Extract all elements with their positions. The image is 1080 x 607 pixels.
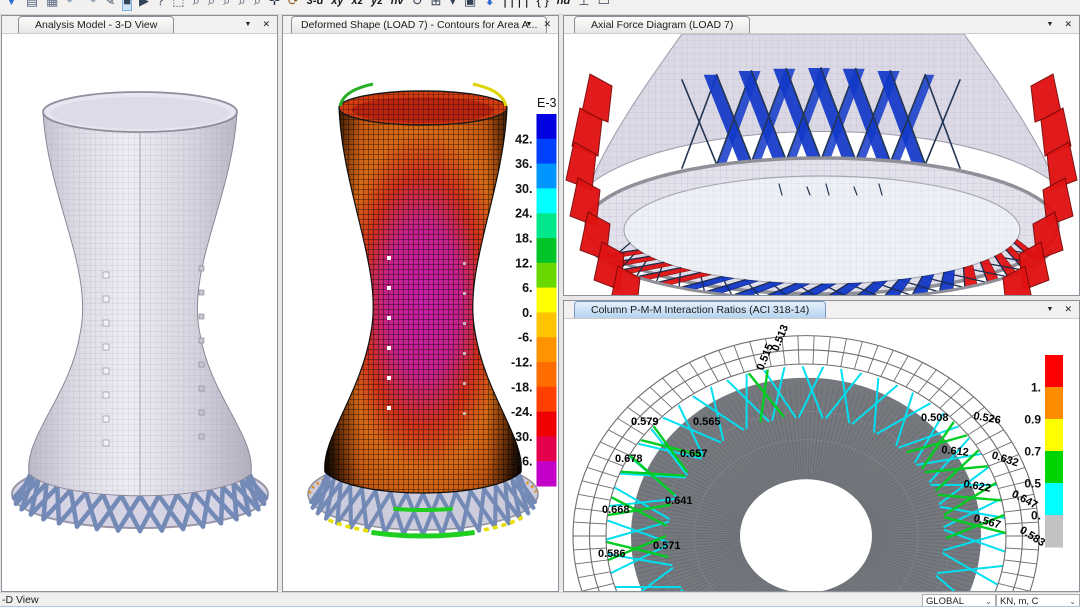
- dropdown-icon[interactable]: ▾: [449, 0, 456, 10]
- tab-pmm-ratios[interactable]: Column P-M-M Interaction Ratios (ACI 318…: [574, 301, 826, 318]
- svg-text:24.: 24.: [515, 207, 532, 221]
- svg-text:-6.: -6.: [518, 331, 533, 345]
- ratio-label: 0.586: [598, 548, 626, 560]
- frame-sections-icon[interactable]: ꞁ ꞁ ꞁ ꞁ: [503, 0, 528, 10]
- zoom-full-icon[interactable]: ⌕: [208, 0, 215, 10]
- pane-close-icon[interactable]: ✕: [1064, 304, 1072, 315]
- support-icon[interactable]: ⊥: [578, 0, 589, 10]
- pane-menu-icon[interactable]: ▼: [1047, 306, 1054, 313]
- view-xz-button[interactable]: xz: [352, 0, 364, 10]
- chevron-down-icon: ⌄: [985, 597, 992, 606]
- svg-text:0.5: 0.5: [1024, 476, 1041, 490]
- status-message: -D View: [2, 594, 39, 606]
- chevron-down-icon: ⌄: [1069, 597, 1076, 606]
- zoom-out-icon[interactable]: ⌕: [254, 0, 261, 10]
- tab-axial-force-label: Axial Force Diagram (LOAD 7): [591, 19, 733, 31]
- svg-text:0.: 0.: [1031, 508, 1041, 522]
- zoom-in-icon[interactable]: ⌕: [238, 0, 245, 10]
- pane-analysis-model: Analysis Model - 3-D View ▼ ✕: [1, 15, 278, 592]
- view-xy-button[interactable]: xy: [331, 0, 343, 10]
- viewport-analysis-model[interactable]: [2, 34, 277, 591]
- assign-icon[interactable]: ⬇: [484, 0, 495, 10]
- ratio-label: 0.508: [921, 412, 949, 424]
- svg-text:-12.: -12.: [511, 356, 533, 370]
- ratio-label: 0.571: [653, 540, 681, 552]
- pane-pmm-header: Column P-M-M Interaction Ratios (ACI 318…: [564, 301, 1079, 319]
- viewport-axial-force[interactable]: [564, 34, 1079, 295]
- pane-axial-header: Axial Force Diagram (LOAD 7) ▼ ✕: [564, 16, 1079, 34]
- zoom-rect-icon[interactable]: ⌕: [193, 0, 200, 10]
- rotate-view-icon[interactable]: ↻: [412, 0, 423, 10]
- svg-text:-24.: -24.: [511, 405, 533, 419]
- svg-text:36.: 36.: [515, 157, 532, 171]
- ratio-label: 0.641: [665, 495, 693, 507]
- view-3d-button[interactable]: 3-d: [307, 0, 324, 10]
- tab-axial-force[interactable]: Axial Force Diagram (LOAD 7): [574, 16, 750, 33]
- app-window: ▼ ▤ ▦ ↶ ↷ ✎ ■ ▶? ⬚ ⌕ ⌕ ⌕ ⌕ ⌕ ✛ ⟳ 3-d xyxzyznv ↻ ⊞ ▾ ▣ ⬇ ꞁ ꞁ ꞁ ꞁ…: [0, 0, 1080, 607]
- ratio-label: 0.668: [602, 504, 630, 516]
- ratio-label: 0.565: [693, 416, 721, 428]
- tab-analysis-model[interactable]: Analysis Model - 3-D View: [18, 16, 174, 33]
- svg-text:6.: 6.: [522, 281, 532, 295]
- pane-close-icon[interactable]: ✕: [543, 19, 551, 30]
- tab-pmm-ratios-label: Column P-M-M Interaction Ratios (ACI 318…: [591, 304, 809, 316]
- image-icon[interactable]: ▭: [598, 0, 610, 10]
- svg-text:0.9: 0.9: [1024, 412, 1041, 426]
- ratio-label: 0.579: [631, 416, 659, 428]
- svg-text:42.: 42.: [515, 132, 532, 146]
- pane-deformed-header: Deformed Shape (LOAD 7) - Contours for A…: [283, 16, 558, 34]
- help-icon[interactable]: ?: [157, 0, 164, 10]
- pen-icon[interactable]: ✎: [104, 0, 115, 10]
- pane-close-icon[interactable]: ✕: [262, 19, 270, 30]
- pane-deformed-shape: Deformed Shape (LOAD 7) - Contours for A…: [282, 15, 559, 592]
- tab-deformed-shape-label: Deformed Shape (LOAD 7) - Contours for A…: [301, 19, 537, 31]
- viewport-deformed-shape[interactable]: 42. 36. 30. 24. 18. 12. 6. 0. -6. -12. -18. -24. -30…: [283, 34, 558, 591]
- svg-text:-36.: -36.: [511, 455, 533, 469]
- svg-text:18.: 18.: [515, 232, 532, 246]
- redo-icon[interactable]: ↷: [85, 0, 96, 10]
- select-object-icon[interactable]: ■: [123, 0, 131, 10]
- pane-pmm-ratios: Column P-M-M Interaction Ratios (ACI 318…: [563, 300, 1080, 592]
- status-bar: -D View GLOBAL ⌄ KN, m, C ⌄: [0, 592, 1080, 607]
- export-tables-icon[interactable]: ▦: [46, 0, 58, 10]
- pane-analysis-header: Analysis Model - 3-D View ▼ ✕: [2, 16, 277, 34]
- tab-analysis-model-label: Analysis Model - 3-D View: [35, 19, 157, 31]
- svg-text:0.7: 0.7: [1024, 444, 1041, 458]
- braces-icon[interactable]: { }: [536, 0, 548, 10]
- refresh-view-icon[interactable]: ⟳: [288, 0, 299, 10]
- nd-button[interactable]: nd: [557, 0, 570, 10]
- coord-system-value: GLOBAL: [926, 596, 964, 607]
- snapshot-icon[interactable]: ⬚: [172, 0, 184, 10]
- contour-legend: 42. 36. 30. 24. 18. 12. 6. 0. -6. -12. -18. -24. -30…: [511, 96, 557, 487]
- save-icon[interactable]: ▤: [26, 0, 38, 10]
- pane-close-icon[interactable]: ✕: [1064, 19, 1072, 30]
- svg-text:E-3: E-3: [537, 96, 557, 110]
- svg-text:12.: 12.: [515, 256, 532, 270]
- run-analysis-icon[interactable]: ▶: [139, 0, 149, 10]
- pan-icon[interactable]: ✛: [269, 0, 280, 10]
- viewport-pmm-ratios[interactable]: 0.5150.5130.5790.5650.6780.6570.6680.641…: [564, 319, 1079, 591]
- svg-text:0.: 0.: [522, 306, 532, 320]
- shrink-objects-icon[interactable]: ▣: [464, 0, 476, 10]
- undo-icon[interactable]: ↶: [66, 0, 77, 10]
- main-toolbar: ▼ ▤ ▦ ↶ ↷ ✎ ■ ▶? ⬚ ⌕ ⌕ ⌕ ⌕ ⌕ ✛ ⟳ 3-d xyxzyznv ↻ ⊞ ▾ ▣ ⬇ ꞁ ꞁ ꞁ ꞁ…: [0, 0, 1080, 15]
- pane-menu-icon[interactable]: ▼: [1047, 21, 1054, 28]
- zoom-prev-icon[interactable]: ⌕: [223, 0, 230, 10]
- tab-deformed-shape[interactable]: Deformed Shape (LOAD 7) - Contours for A…: [291, 16, 547, 33]
- svg-text:-18.: -18.: [511, 380, 533, 394]
- ratio-label: 0.678: [615, 453, 643, 465]
- view-nv-button[interactable]: nv: [391, 0, 404, 10]
- pane-axial-force: Axial Force Diagram (LOAD 7) ▼ ✕: [563, 15, 1080, 296]
- open-arrow-icon[interactable]: ▼: [5, 0, 18, 10]
- units-value: KN, m, C: [1000, 596, 1039, 607]
- pmm-legend: 1. 0.9 0.7 0.5 0.: [1024, 355, 1063, 548]
- view-yz-button[interactable]: yz: [371, 0, 383, 10]
- pane-menu-icon[interactable]: ▼: [526, 21, 533, 28]
- svg-text:-30.: -30.: [511, 430, 533, 444]
- object-grid-icon[interactable]: ⊞: [431, 0, 442, 10]
- svg-text:30.: 30.: [515, 182, 532, 196]
- ratio-label: 0.657: [680, 448, 708, 460]
- svg-text:1.: 1.: [1031, 380, 1041, 394]
- pane-menu-icon[interactable]: ▼: [245, 21, 252, 28]
